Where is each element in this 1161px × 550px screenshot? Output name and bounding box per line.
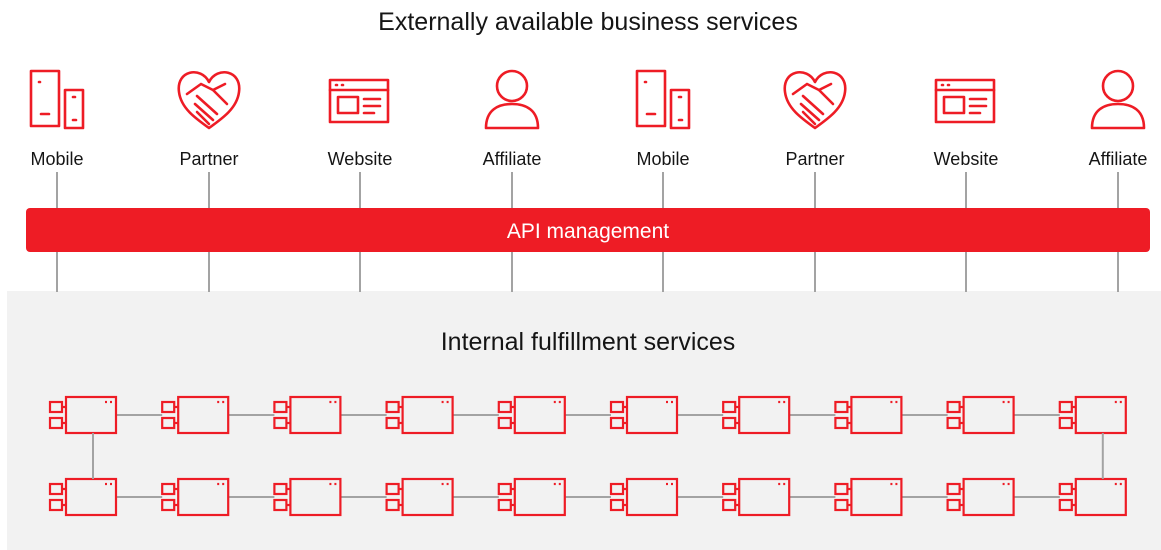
website-icon: [328, 78, 390, 124]
api-management-label: API management: [507, 220, 669, 243]
channel-label: Affiliate: [1089, 149, 1148, 169]
channel-label: Mobile: [636, 149, 689, 169]
handshake-heart-icon: [783, 71, 847, 130]
diagram-stage: Mobile Partner Website Affiliate Mobile Partn…: [0, 0, 1161, 550]
channel-label: Affiliate: [483, 149, 542, 169]
diagram-title: Externally available business services: [378, 8, 798, 36]
internal-services-title: Internal fulfillment services: [441, 328, 736, 356]
channel-label: Mobile: [30, 149, 83, 169]
person-icon: [484, 69, 540, 130]
person-icon: [1090, 69, 1146, 130]
channel-label: Website: [934, 149, 999, 169]
architecture-diagram: Mobile Partner Website Affiliate Mobile Partn…: [7, 8, 1161, 550]
channel-labels: Mobile Partner Website Affiliate Mobile Partn…: [30, 149, 1147, 169]
mobile-devices-icon: [29, 69, 85, 130]
channel-label: Partner: [785, 149, 844, 169]
website-icon: [934, 78, 996, 124]
mobile-devices-icon: [635, 69, 691, 130]
channel-icons: [29, 69, 1146, 130]
channel-label: Website: [328, 149, 393, 169]
handshake-heart-icon: [177, 71, 241, 130]
channel-label: Partner: [179, 149, 238, 169]
